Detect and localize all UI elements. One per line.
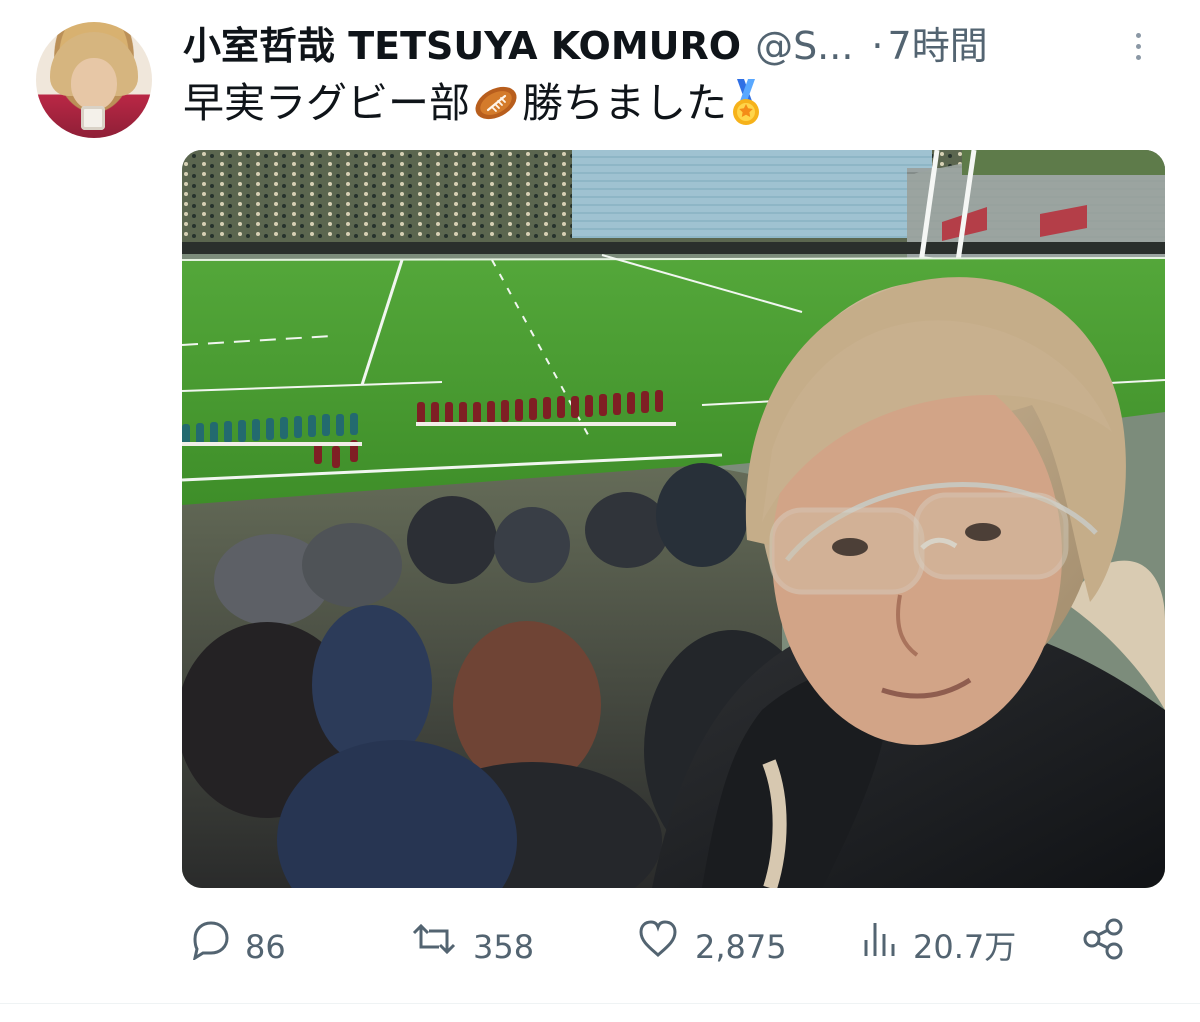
tweet-actions: 86 358 2,875 20.7万 [183,917,1133,977]
sports-medal-icon [729,77,763,129]
display-name[interactable]: 小室哲哉 TETSUYA KOMURO [183,22,741,70]
stadium-selfie-image [182,150,1165,888]
tweet-header: 小室哲哉 TETSUYA KOMURO @S... · 7時間 [183,22,1143,70]
like-count: 2,875 [695,928,787,966]
tweet-text-part1: 早実ラグビー部 [183,79,470,127]
view-count: 20.7万 [913,928,1017,966]
share-icon [1081,917,1127,977]
bottom-divider [0,1003,1200,1004]
tweet: 小室哲哉 TETSUYA KOMURO @S... · 7時間 早実ラグビー部 … [0,0,1200,1022]
more-icon[interactable] [1126,24,1150,68]
tweet-image[interactable] [182,150,1165,888]
avatar[interactable] [36,22,152,138]
repost-count: 358 [473,928,535,966]
more-dot [1135,43,1141,49]
comment-icon [187,918,231,976]
like-action[interactable]: 2,875 [635,920,787,974]
more-dot [1135,32,1141,38]
reply-action[interactable]: 86 [187,920,286,974]
separator-dot: · [871,24,884,68]
share-action[interactable] [1081,917,1127,977]
more-dot [1135,54,1141,60]
reply-count: 86 [245,928,286,966]
rugby-football-icon [472,83,520,123]
user-handle[interactable]: @S... [755,22,853,70]
repost-action[interactable]: 358 [409,920,534,974]
timestamp[interactable]: 7時間 [888,22,988,70]
avatar-face [71,58,117,110]
tweet-text-part2: 勝ちました [522,79,727,127]
heart-icon [635,918,681,976]
views-icon [861,918,899,976]
views-action[interactable]: 20.7万 [861,920,1016,974]
tweet-text: 早実ラグビー部 勝ちました [183,76,765,130]
repost-icon [409,918,459,976]
avatar-cup [81,106,105,130]
